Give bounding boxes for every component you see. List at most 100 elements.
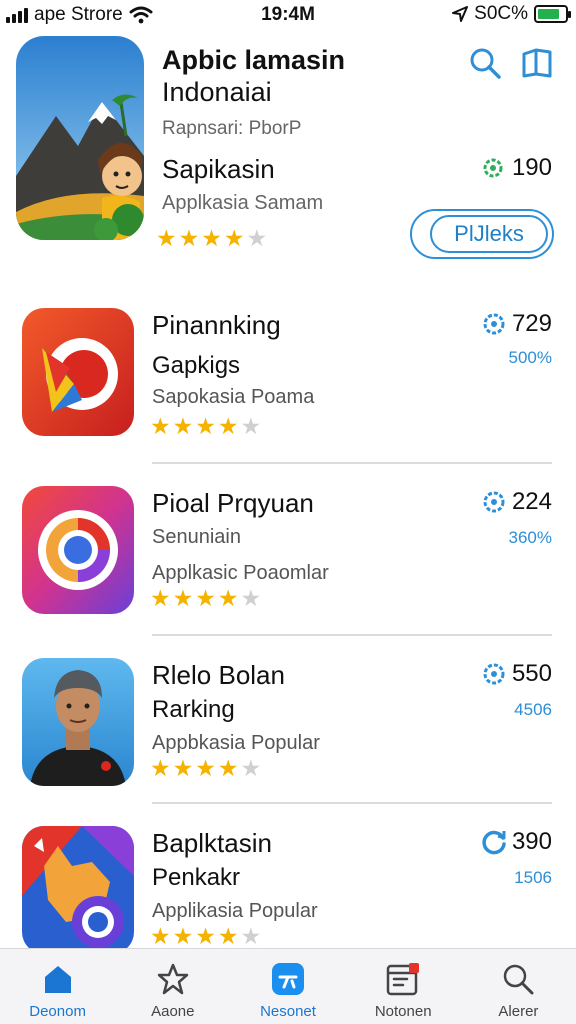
status-right: S0C% bbox=[452, 3, 571, 25]
app-count: 729 bbox=[480, 310, 552, 338]
star-filled-icon: ★ bbox=[201, 225, 222, 251]
star-filled-icon: ★ bbox=[150, 585, 171, 611]
star-filled-icon: ★ bbox=[150, 923, 171, 949]
star-filled-icon: ★ bbox=[150, 755, 171, 781]
divider bbox=[152, 634, 552, 636]
tab-home[interactable]: Deonom bbox=[0, 949, 115, 1024]
tab-notifications[interactable]: Notonen bbox=[346, 949, 461, 1024]
star-empty-icon: ★ bbox=[240, 585, 262, 611]
star-icon bbox=[155, 961, 191, 997]
star-filled-icon: ★ bbox=[172, 413, 194, 439]
list-item[interactable]: Rlelo Bolan Rarking Appbkasia Popular ★ ★… bbox=[0, 650, 576, 820]
featured-stat: 190 bbox=[480, 154, 552, 182]
star-empty-icon: ★ bbox=[240, 923, 262, 949]
get-button-label: PlJleks bbox=[454, 221, 524, 246]
featured-app-name: Sapikasin bbox=[162, 154, 275, 184]
person-photo bbox=[22, 658, 134, 786]
app-subtitle: Gapkigs bbox=[152, 352, 241, 379]
divider bbox=[152, 462, 552, 464]
gear-icon bbox=[483, 663, 505, 685]
title-block: Apbic lamasin Indonaiai Rapnsari: PborP bbox=[162, 44, 345, 140]
tab-search[interactable]: Alerer bbox=[461, 949, 576, 1024]
battery-label: S0C% bbox=[474, 3, 528, 24]
battery-fill bbox=[538, 9, 559, 19]
star-filled-icon: ★ bbox=[150, 413, 171, 439]
search-icon bbox=[500, 961, 536, 997]
star-filled-icon: ★ bbox=[172, 923, 194, 949]
refresh-icon bbox=[482, 830, 506, 855]
app-percent: 4506 bbox=[514, 700, 552, 719]
app-category: Appbkasia Popular bbox=[152, 732, 320, 754]
tab-label: Alerer bbox=[498, 1003, 539, 1020]
bookmark-icon[interactable] bbox=[520, 46, 554, 80]
app-rating: ★ ★ ★ ★ ★ bbox=[150, 756, 261, 780]
tab-label: Nesonet bbox=[260, 1003, 316, 1020]
calendar-icon bbox=[385, 961, 421, 997]
app-subtitle: Senuniain bbox=[152, 526, 241, 548]
search-icon[interactable] bbox=[468, 46, 502, 80]
app-count: 390 bbox=[480, 828, 552, 856]
app-count-value: 550 bbox=[511, 660, 552, 687]
app-subtitle: Rarking bbox=[152, 696, 235, 723]
status-bar: ape Strore 19:4M S0C% bbox=[0, 0, 576, 30]
star-filled-icon: ★ bbox=[172, 585, 194, 611]
app-rating: ★ ★ ★ ★ ★ bbox=[150, 414, 261, 438]
page-title: Apbic lamasin bbox=[162, 45, 346, 75]
tab-featured[interactable]: Aaone bbox=[115, 949, 230, 1024]
tab-apps[interactable]: Nesonet bbox=[230, 949, 345, 1024]
battery-icon bbox=[534, 5, 571, 23]
star-filled-icon: ★ bbox=[178, 225, 200, 251]
location-icon bbox=[452, 6, 469, 22]
apps-icon bbox=[270, 961, 306, 997]
star-filled-icon: ★ bbox=[223, 225, 245, 251]
star-filled-icon: ★ bbox=[172, 755, 194, 781]
tab-bar: Deonom Aaone Nesonet Notonen Alerer bbox=[0, 948, 576, 1024]
star-filled-icon: ★ bbox=[217, 755, 239, 781]
star-filled-icon: ★ bbox=[217, 585, 239, 611]
featured-app-icon[interactable] bbox=[16, 36, 144, 240]
app-title: Baplktasin bbox=[152, 828, 272, 858]
star-filled-icon: ★ bbox=[217, 923, 239, 949]
app-title: Rlelo Bolan bbox=[152, 660, 285, 690]
ring-icon bbox=[22, 486, 134, 614]
app-title: Pioal Prqyuan bbox=[152, 488, 314, 518]
star-filled-icon: ★ bbox=[217, 413, 239, 439]
list-item[interactable]: Pioal Prqyuan Senuniain Applkasic Poaoml… bbox=[0, 478, 576, 648]
app-rating: ★ ★ ★ ★ ★ bbox=[150, 924, 261, 948]
star-empty-icon: ★ bbox=[240, 413, 262, 439]
bird-icon bbox=[22, 308, 134, 436]
fox-icon bbox=[22, 826, 134, 954]
app-category: Applkasic Poaomlar bbox=[152, 562, 329, 584]
app-category: Sapokasia Poama bbox=[152, 386, 315, 408]
app-count: 550 bbox=[480, 660, 552, 688]
page-subtitle: Indonaiai bbox=[162, 77, 272, 107]
app-category: Applikasia Popular bbox=[152, 900, 318, 922]
get-button[interactable]: PlJleks bbox=[410, 209, 554, 259]
tab-label: Aaone bbox=[151, 1003, 195, 1020]
star-empty-icon: ★ bbox=[246, 225, 268, 251]
tab-label: Deonom bbox=[29, 1003, 86, 1020]
star-filled-icon: ★ bbox=[195, 413, 216, 439]
get-button-inner: PlJleks bbox=[430, 215, 548, 253]
app-count-value: 390 bbox=[511, 828, 552, 855]
gear-icon bbox=[483, 158, 503, 178]
app-count-value: 224 bbox=[511, 488, 552, 515]
mountain-illustration bbox=[16, 36, 144, 240]
featured-stat-value: 190 bbox=[511, 154, 552, 181]
app-count-value: 729 bbox=[511, 310, 552, 337]
app-count: 224 bbox=[480, 488, 552, 516]
divider bbox=[152, 802, 552, 804]
gear-icon bbox=[483, 313, 505, 335]
publisher-label: Rapnsari: PborP bbox=[162, 118, 302, 139]
header-actions bbox=[468, 46, 554, 80]
star-filled-icon: ★ bbox=[195, 923, 216, 949]
star-filled-icon: ★ bbox=[195, 755, 216, 781]
app-percent: 1506 bbox=[514, 868, 552, 887]
featured-app-category: Applkasia Samam bbox=[162, 192, 324, 214]
list-item[interactable]: Pinannking Gapkigs Sapokasia Poama ★ ★ ★ ★ ★… bbox=[0, 300, 576, 470]
tab-label: Notonen bbox=[374, 1003, 432, 1020]
gear-icon bbox=[483, 491, 505, 513]
app-percent: 360% bbox=[508, 528, 552, 547]
app-percent: 500% bbox=[508, 348, 552, 367]
app-rating: ★ ★ ★ ★ ★ bbox=[150, 586, 261, 610]
